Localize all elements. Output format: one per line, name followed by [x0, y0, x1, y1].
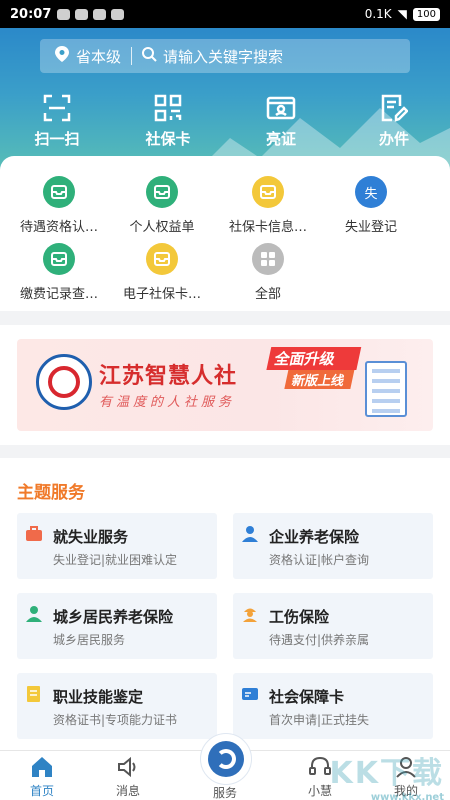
topic-desc: 资格认证|帐户查询 [269, 553, 370, 567]
speaker-icon [118, 756, 136, 778]
service-e-social-card[interactable]: 电子社保卡… [107, 243, 217, 302]
badge-top: 全面升级 [266, 347, 362, 370]
scan-label: 扫一扫 [34, 130, 80, 148]
service-label: 缴费记录查… [19, 287, 98, 302]
topic-desc: 资格证书|专项能力证书 [53, 713, 178, 727]
service-qualification-auth[interactable]: 待遇资格认… [4, 176, 114, 235]
inbox-icon [146, 176, 178, 208]
image-icon [111, 8, 125, 20]
banner-section: 江苏智慧人社 有温度的人社服务 全面升级 新版上线 [0, 325, 450, 445]
search-input[interactable]: 请输入关键字搜索 [163, 46, 283, 67]
topic-name: 社会保障卡 [269, 688, 345, 706]
topic-services-section: 主题服务 就失业服务 失业登记|就业困难认定 企业养老保险 资格认证|帐户查询 … [0, 458, 450, 750]
headset-icon [309, 756, 331, 775]
topic-employment[interactable]: 就失业服务 失业登记|就业困难认定 [17, 513, 217, 579]
topic-resident-pension[interactable]: 城乡居民养老保险 城乡居民服务 [17, 593, 217, 659]
topic-desc: 待遇支付|供养亲属 [269, 633, 370, 647]
topic-name: 工伤保险 [269, 608, 330, 626]
home-icon [32, 757, 52, 777]
logo-icon [36, 354, 92, 410]
service-unemployment-register[interactable]: 失 失业登记 [316, 176, 426, 235]
tab-home-label: 首页 [29, 784, 54, 798]
search-bar[interactable]: 省本级 请输入关键字搜索 [40, 39, 410, 73]
upgrade-badge: 全面升级 新版上线 [263, 347, 368, 389]
service-all[interactable]: 全部 [213, 243, 323, 302]
topic-name: 职业技能鉴定 [53, 688, 144, 706]
card-icon [242, 688, 258, 700]
document-edit-icon [381, 94, 408, 122]
topic-name: 城乡居民养老保险 [53, 608, 174, 626]
watermark-text: KK下载 [329, 756, 444, 791]
show-id-button[interactable]: 亮证 [246, 94, 316, 149]
inbox-icon [43, 176, 75, 208]
tab-home[interactable]: 首页 [12, 755, 72, 799]
show-id-label: 亮证 [265, 130, 296, 148]
services-grid: 待遇资格认… 个人权益单 社保卡信息… 失 失业登记 缴费记录查… 电子社保卡… [0, 156, 450, 311]
topic-name: 就失业服务 [53, 528, 129, 546]
divider [131, 47, 133, 65]
search-icon [142, 46, 157, 66]
service-card-info[interactable]: 社保卡信息… [213, 176, 323, 235]
certificate-icon [27, 686, 40, 702]
watermark: KK下载 www.kkx.net [330, 748, 445, 800]
services-center-button[interactable] [200, 733, 252, 785]
service-label: 电子社保卡… [122, 287, 201, 302]
person-icon [26, 606, 42, 622]
inbox-icon [252, 176, 284, 208]
service-label: 社保卡信息… [228, 220, 307, 235]
scan-button[interactable]: 扫一扫 [22, 94, 92, 149]
services-logo-icon [208, 741, 244, 777]
grid-icon [252, 243, 284, 275]
id-card-icon [266, 96, 296, 120]
notification-icon [93, 8, 107, 20]
watermark-url: www.kkx.net [370, 792, 444, 800]
service-label: 失业登记 [344, 220, 397, 235]
tab-messages-label: 消息 [115, 784, 140, 798]
service-label: 个人权益单 [129, 220, 195, 235]
status-time: 20:07 [10, 6, 52, 22]
handle-case-label: 办件 [378, 130, 409, 148]
worker-icon [243, 608, 257, 622]
inbox-icon [146, 243, 178, 275]
phone-illustration-icon [365, 361, 407, 417]
briefcase-icon [26, 526, 42, 541]
location-pin-icon[interactable] [50, 46, 74, 66]
topic-social-security-card[interactable]: 社会保障卡 首次申请|正式挂失 [233, 673, 433, 739]
unemployment-glyph: 失 [364, 186, 378, 202]
banner-subtitle: 有温度的人社服务 [99, 395, 236, 410]
unemployment-icon: 失 [355, 176, 387, 208]
topic-skill-appraisal[interactable]: 职业技能鉴定 资格证书|专项能力证书 [17, 673, 217, 739]
person-icon [242, 526, 258, 542]
topic-desc: 首次申请|正式挂失 [269, 713, 370, 727]
topic-name: 企业养老保险 [269, 528, 360, 546]
wifi-icon: ◥ [397, 7, 407, 21]
qrcode-icon [154, 94, 182, 122]
tab-services-label: 服务 [212, 786, 237, 800]
service-label: 待遇资格认… [19, 220, 98, 235]
social-card-button[interactable]: 社保卡 [133, 94, 203, 149]
social-card-label: 社保卡 [145, 130, 191, 148]
badge-bottom: 新版上线 [284, 370, 355, 389]
scan-icon [43, 94, 71, 122]
tab-messages[interactable]: 消息 [98, 755, 158, 799]
promo-banner[interactable]: 江苏智慧人社 有温度的人社服务 全面升级 新版上线 [17, 339, 433, 431]
inbox-icon [43, 243, 75, 275]
service-payment-records[interactable]: 缴费记录查… [4, 243, 114, 302]
status-bar: 20:07 0.1K ◥ 100 [0, 0, 450, 28]
notification-icon [75, 8, 89, 20]
banner-title: 江苏智慧人社 [99, 364, 238, 389]
service-label: 全部 [254, 287, 281, 302]
battery-level: 100 [412, 7, 440, 21]
topic-injury-insurance[interactable]: 工伤保险 待遇支付|供养亲属 [233, 593, 433, 659]
topic-desc: 失业登记|就业困难认定 [53, 553, 178, 567]
section-title: 主题服务 [17, 483, 85, 503]
handle-case-button[interactable]: 办件 [359, 94, 429, 149]
network-speed: 0.1K [364, 7, 392, 21]
notification-icon [57, 8, 71, 20]
service-personal-rights[interactable]: 个人权益单 [107, 176, 217, 235]
topic-desc: 城乡居民服务 [53, 633, 126, 647]
topic-enterprise-pension[interactable]: 企业养老保险 资格认证|帐户查询 [233, 513, 433, 579]
location-selector[interactable]: 省本级 [76, 46, 121, 67]
